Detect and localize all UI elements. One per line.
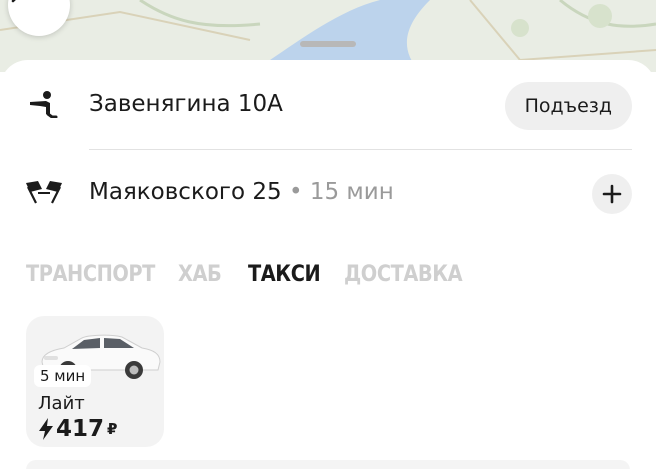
tab-hub[interactable]: ХАБ (178, 262, 222, 287)
tab-transport[interactable]: ТРАНСПОРТ (26, 262, 155, 287)
tariff-card-lite[interactable]: 5 мин Лайт 417 ₽ (26, 316, 164, 447)
service-tabs: ТРАНСПОРТ ХАБ ТАКСИ ДОСТАВКА (26, 262, 506, 287)
add-stop-button[interactable] (592, 174, 632, 214)
tab-delivery[interactable]: ДОСТАВКА (344, 262, 463, 287)
entrance-button[interactable]: Подъезд (504, 82, 632, 130)
tab-taxi[interactable]: ТАКСИ (248, 262, 321, 287)
destination-address: Маяковского 25 (89, 179, 282, 205)
chevron-left-icon (11, 0, 16, 3)
tariff-name: Лайт (38, 393, 85, 414)
sheet-grabber-handle[interactable] (300, 41, 356, 47)
tariff-price-value: 417 (56, 416, 105, 442)
bolt-icon (39, 418, 53, 440)
pickup-row[interactable]: Завенягина 10А Подъезд (0, 74, 656, 134)
destination-eta: • 15 мин (288, 179, 394, 205)
pickup-person-icon (24, 88, 64, 120)
next-section-edge (26, 460, 630, 469)
tariff-price: 417 ₽ (38, 416, 117, 442)
tariff-eta-badge: 5 мин (34, 365, 92, 387)
destination-row[interactable]: Маяковского 25 • 15 мин (0, 162, 656, 222)
destination-address-line: Маяковского 25 • 15 мин (89, 178, 394, 206)
plus-icon (602, 184, 622, 204)
route-divider (89, 149, 632, 150)
tariff-price-currency: ₽ (107, 420, 118, 438)
finish-flags-icon (24, 176, 64, 208)
pickup-address: Завенягина 10А (89, 91, 283, 117)
